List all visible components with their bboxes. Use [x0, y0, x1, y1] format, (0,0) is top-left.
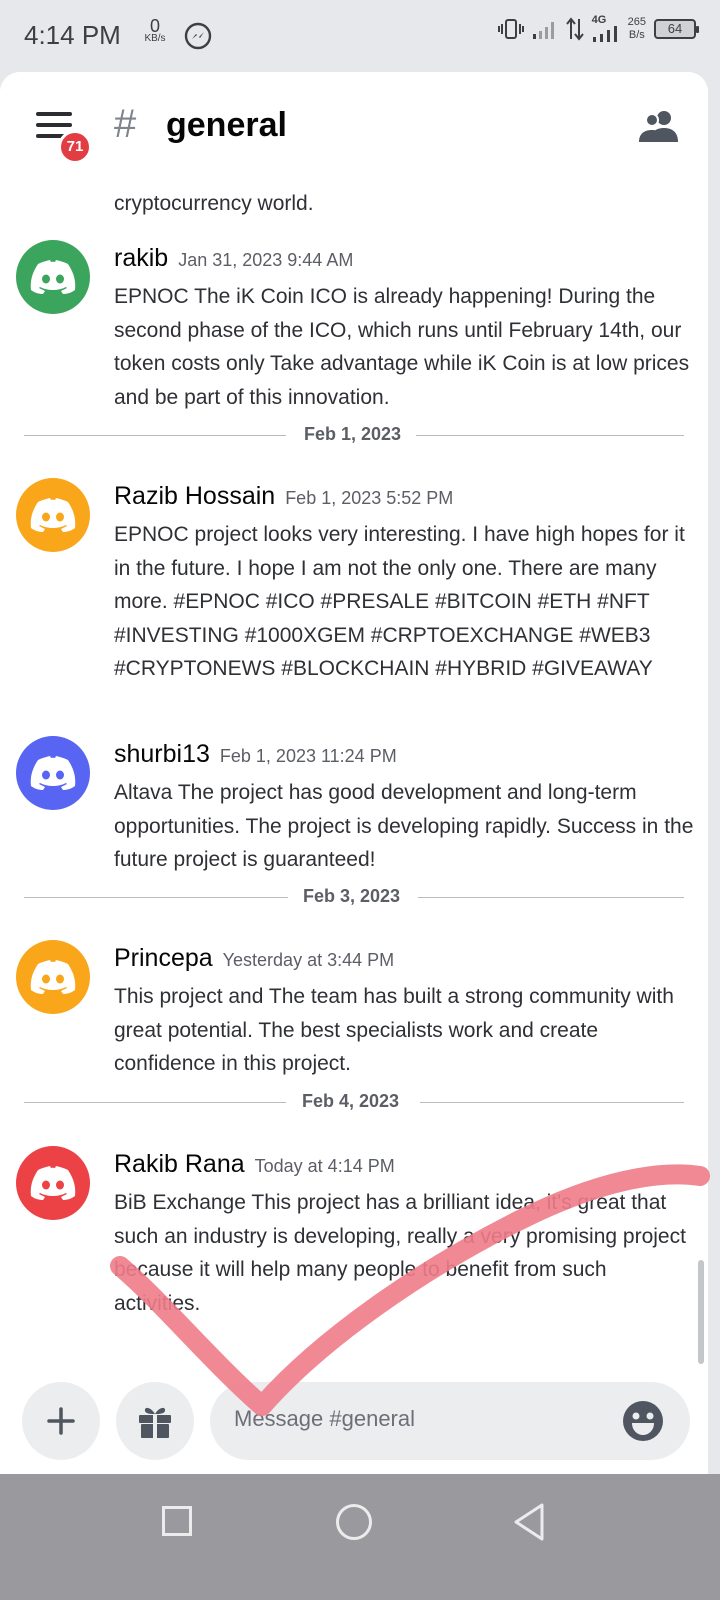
system-nav-bar [0, 1474, 720, 1600]
message-timestamp: Yesterday at 3:44 PM [222, 950, 395, 970]
message-text: BiB Exchange This project has a brillian… [114, 1191, 686, 1315]
status-icons: 4G 265 B/s 64 [497, 14, 699, 42]
message-author[interactable]: Razib Hossain [114, 482, 275, 510]
avatar[interactable] [16, 736, 90, 810]
menu-icon-bar [36, 112, 72, 116]
discord-logo-icon [30, 1166, 76, 1200]
gift-button[interactable] [116, 1382, 194, 1460]
message-author[interactable]: Rakib Rana [114, 1150, 245, 1178]
net-speed: 265 B/s [628, 16, 646, 42]
discord-logo-icon [30, 498, 76, 532]
messenger-icon [184, 22, 212, 55]
signal-bars-icon [592, 26, 617, 42]
date-divider: Feb 1, 2023 [24, 424, 684, 448]
message-input[interactable]: Message #general [210, 1382, 690, 1460]
date-divider-label: Feb 1, 2023 [304, 424, 402, 444]
avatar[interactable] [16, 1146, 90, 1220]
discord-channel-view: cryptocurrency world. rakib Jan 31, 2023 … [0, 72, 708, 1504]
data-arrows-icon [565, 17, 584, 41]
message-author[interactable]: rakib [114, 244, 168, 272]
net-speed-unit: B/s [628, 29, 645, 41]
channel-hash-icon: # [114, 102, 137, 146]
status-time: 4:14 PM [24, 20, 121, 50]
partial-message-last-line: cryptocurrency world. [114, 192, 314, 215]
home-button[interactable] [336, 1504, 372, 1540]
battery-indicator: 64 [654, 19, 699, 39]
channel-header: 71 # general [0, 72, 708, 178]
message-timestamp: Feb 1, 2023 11:24 PM [219, 746, 397, 766]
signal-icon [532, 22, 554, 39]
message-timestamp: Feb 1, 2023 5:52 PM [285, 488, 454, 508]
add-attachment-button[interactable] [22, 1382, 100, 1460]
avatar[interactable] [16, 478, 90, 552]
vibrate-icon [497, 19, 524, 39]
channel-title: general [166, 106, 287, 144]
network-type: 4G [591, 14, 607, 26]
discord-logo-icon [30, 756, 76, 790]
date-divider: Feb 4, 2023 [24, 1091, 684, 1115]
network-signal: 4G [591, 14, 620, 42]
message-text: This project and The team has built a st… [114, 985, 674, 1075]
message-author[interactable]: Princepa [114, 944, 213, 972]
notification-badge: 71 [58, 130, 92, 164]
discord-logo-icon [30, 960, 76, 994]
date-divider-label: Feb 4, 2023 [302, 1091, 400, 1111]
gift-icon [139, 1407, 171, 1438]
date-divider: Feb 3, 2023 [24, 886, 684, 910]
plus-icon [47, 1407, 75, 1435]
status-bar: 4:14 PM 0 KB/s 4G 265 B/s 64 [0, 0, 720, 72]
message-author[interactable]: shurbi13 [114, 740, 210, 768]
back-button[interactable] [512, 1502, 546, 1547]
data-speed-indicator: 0 KB/s [138, 17, 172, 44]
data-speed-unit: KB/s [144, 33, 166, 44]
avatar[interactable] [16, 940, 90, 1014]
discord-logo-icon [30, 260, 76, 294]
date-divider-label: Feb 3, 2023 [303, 886, 401, 906]
message-text: EPNOC project looks very interesting. I … [114, 523, 685, 680]
scrollbar[interactable] [698, 1260, 704, 1364]
back-triangle-icon [514, 1503, 544, 1541]
menu-icon-bar [36, 123, 72, 127]
message-input-placeholder: Message #general [234, 1406, 416, 1431]
net-speed-value: 265 [627, 16, 646, 28]
message-text: EPNOC The iK Coin ICO is already happeni… [114, 285, 690, 409]
avatar[interactable] [16, 240, 90, 314]
members-icon [639, 111, 678, 142]
message-text: Altava The project has good development … [114, 781, 694, 871]
emoji-icon [623, 1401, 663, 1441]
message-timestamp: Today at 4:14 PM [254, 1156, 395, 1176]
members-button[interactable] [638, 108, 680, 149]
recents-button[interactable] [162, 1506, 192, 1536]
emoji-button[interactable] [622, 1400, 664, 1442]
message-timestamp: Jan 31, 2023 9:44 AM [178, 250, 354, 270]
